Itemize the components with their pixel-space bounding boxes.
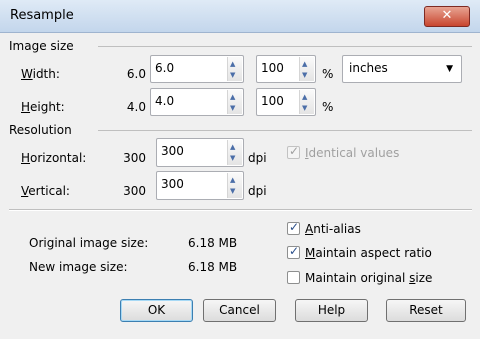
ok-button[interactable]: OK <box>120 299 193 322</box>
height-percent-value: 100 <box>261 94 284 108</box>
identical-values-label: Identical values <box>305 146 400 160</box>
horizontal-stepper-arrows[interactable]: ▲ ▼ <box>227 140 242 165</box>
height-percent-stepper[interactable]: 100 ▲ ▼ <box>256 88 316 116</box>
vertical-unit: dpi <box>248 184 267 198</box>
vertical-label: Vertical: <box>21 184 70 198</box>
units-dropdown[interactable]: inches ▼ <box>342 55 462 83</box>
dialog-title: Resample <box>10 8 74 23</box>
width-value: 6.0 <box>155 61 175 75</box>
down-icon[interactable]: ▼ <box>302 71 307 79</box>
original-size-value: 6.18 MB <box>188 236 238 250</box>
width-label: Width: <box>21 67 60 81</box>
units-value: inches <box>349 61 388 75</box>
image-size-heading: Image size <box>9 39 74 53</box>
check-icon: ✓ <box>289 244 300 258</box>
reset-button[interactable]: Reset <box>386 299 466 322</box>
height-label: Height: <box>21 100 65 114</box>
down-icon[interactable]: ▼ <box>230 104 235 112</box>
down-icon[interactable]: ▼ <box>230 71 235 79</box>
horizontal-dpi-stepper[interactable]: 300 ▲ ▼ <box>156 138 244 167</box>
maintain-aspect-checkbox[interactable]: ✓ <box>287 244 300 259</box>
vertical-dpi-stepper[interactable]: 300 ▲ ▼ <box>156 171 244 200</box>
width-percent-arrows[interactable]: ▲ ▼ <box>299 57 314 81</box>
vertical-original-value: 300 <box>123 184 146 198</box>
height-original-value: 4.0 <box>126 100 146 114</box>
horizontal-unit: dpi <box>248 151 267 165</box>
down-icon[interactable]: ▼ <box>230 187 235 195</box>
chevron-down-icon: ▼ <box>446 64 453 74</box>
horizontal-dpi-value: 300 <box>161 144 184 158</box>
help-button[interactable]: Help <box>295 299 368 322</box>
height-percent-symbol: % <box>322 100 334 114</box>
height-stepper[interactable]: 4.0 ▲ ▼ <box>150 88 244 116</box>
width-original-value: 6.0 <box>126 67 146 81</box>
height-percent-arrows[interactable]: ▲ ▼ <box>299 90 314 114</box>
vertical-dpi-value: 300 <box>161 177 184 191</box>
up-icon[interactable]: ▲ <box>230 143 235 151</box>
up-icon[interactable]: ▲ <box>230 176 235 184</box>
up-icon[interactable]: ▲ <box>302 93 307 101</box>
horizontal-label: Horizontal: <box>21 151 87 165</box>
down-icon[interactable]: ▼ <box>230 154 235 162</box>
resolution-divider <box>98 130 472 131</box>
vertical-stepper-arrows[interactable]: ▲ ▼ <box>227 173 242 198</box>
check-icon: ✓ <box>289 220 300 234</box>
check-icon: ✓ <box>289 144 300 158</box>
identical-values-checkbox[interactable]: ✓ <box>287 144 300 159</box>
maintain-aspect-label: Maintain aspect ratio <box>305 246 432 260</box>
resolution-heading: Resolution <box>9 123 72 137</box>
up-icon[interactable]: ▲ <box>302 60 307 68</box>
height-value: 4.0 <box>155 94 175 108</box>
maintain-size-checkbox[interactable] <box>287 271 300 284</box>
original-size-label: Original image size: <box>29 236 149 250</box>
down-icon[interactable]: ▼ <box>302 104 307 112</box>
close-icon: ✕ <box>441 8 453 23</box>
image-size-divider <box>98 46 472 47</box>
width-percent-value: 100 <box>261 61 284 75</box>
up-icon[interactable]: ▲ <box>230 60 235 68</box>
up-icon[interactable]: ▲ <box>230 93 235 101</box>
anti-alias-checkbox[interactable]: ✓ <box>287 220 300 235</box>
height-stepper-arrows[interactable]: ▲ ▼ <box>227 90 242 114</box>
cancel-button[interactable]: Cancel <box>203 299 276 322</box>
new-size-value: 6.18 MB <box>188 260 238 274</box>
width-stepper-arrows[interactable]: ▲ ▼ <box>227 57 242 81</box>
maintain-size-label: Maintain original size <box>305 271 433 285</box>
close-button[interactable]: ✕ <box>424 6 470 27</box>
width-percent-symbol: % <box>322 67 334 81</box>
title-bar: Resample ✕ <box>0 0 480 33</box>
dialog-body: Image size Width: 6.0 6.0 ▲ ▼ 100 ▲ ▼ % … <box>0 33 480 339</box>
anti-alias-label: Anti-alias <box>305 222 361 236</box>
section-divider-highlight <box>9 210 472 211</box>
horizontal-original-value: 300 <box>123 151 146 165</box>
width-stepper[interactable]: 6.0 ▲ ▼ <box>150 55 244 83</box>
new-size-label: New image size: <box>29 260 128 274</box>
width-percent-stepper[interactable]: 100 ▲ ▼ <box>256 55 316 83</box>
